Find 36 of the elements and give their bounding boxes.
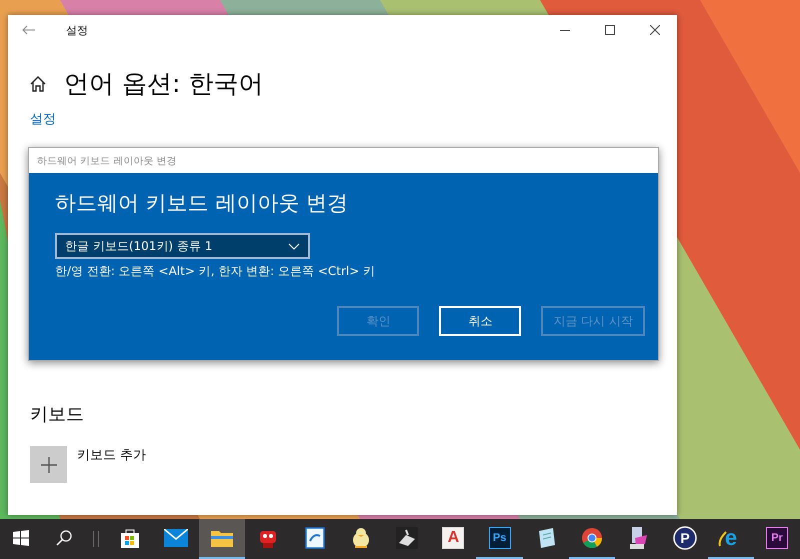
layout-description: 한/영 전환: 오른쪽 <Alt> 키, 한자 변환: 오른쪽 <Ctrl> 키 (55, 263, 376, 280)
layout-dropdown[interactable]: 한글 키보드(101키) 종류 1 (55, 233, 310, 259)
taskbar-app-button[interactable]: Pr (754, 519, 800, 559)
app-logo-icon: Pr (766, 527, 788, 549)
window-title: 설정 (66, 22, 89, 38)
autocad-letter-icon: A (442, 527, 464, 549)
taskbar-app-button[interactable]: P (661, 519, 708, 559)
dialog-button[interactable]: 취소 (439, 306, 522, 336)
shopping-bag-icon (118, 527, 141, 549)
add-keyboard-label[interactable]: 키보드 추가 (77, 446, 146, 464)
search-icon (56, 530, 72, 546)
back-arrow-icon[interactable] (22, 25, 36, 35)
dialog-heading: 하드웨어 키보드 레이아웃 변경 (55, 190, 350, 217)
windows-logo-icon (13, 530, 30, 546)
add-keyboard-button[interactable] (30, 446, 67, 483)
settings-link[interactable]: 설정 (30, 110, 677, 128)
close-icon (650, 25, 660, 35)
tool-icon (396, 527, 418, 549)
folder-icon (211, 529, 234, 547)
plus-icon (40, 456, 56, 472)
penguin-icon (350, 527, 371, 549)
envelope-icon (164, 529, 188, 547)
taskbar-app-button[interactable]: e (708, 519, 754, 559)
home-icon[interactable] (30, 76, 46, 92)
color-wheel-icon (581, 527, 604, 549)
app-logo-icon: Ps (488, 527, 511, 549)
section-heading: 키보드 (30, 403, 85, 426)
drive-icon (627, 526, 650, 550)
taskbar-app-button[interactable]: A (430, 519, 476, 559)
page-heading: 언어 옵션: 한국어 (64, 68, 264, 100)
taskbar-app-button[interactable]: Ps (476, 519, 523, 559)
p-logo-icon: P (672, 526, 697, 550)
document-icon (304, 527, 325, 549)
dialog-title: 하드웨어 키보드 레이아웃 변경 (37, 154, 177, 168)
chevron-down-icon (288, 242, 300, 250)
maximize-icon (604, 25, 614, 35)
